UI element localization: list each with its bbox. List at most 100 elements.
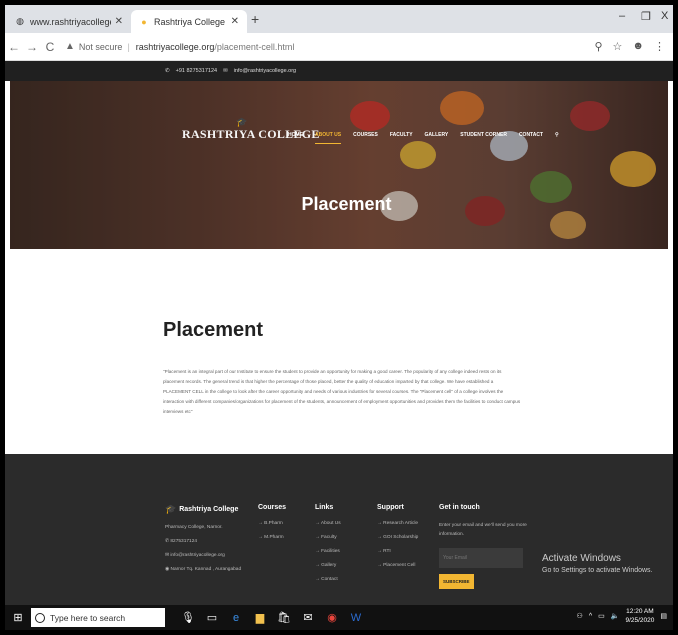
site-topbar: ✆ +91 8275317124 ✉ info@rashtriyacollege… xyxy=(5,61,673,81)
profile-icon[interactable]: ☻ xyxy=(632,40,644,53)
word-icon[interactable]: W xyxy=(349,612,363,624)
bookmark-star-icon[interactable]: ☆ xyxy=(613,40,623,53)
restore-button[interactable]: ❐ xyxy=(641,10,651,23)
watermark-line1: Activate Windows xyxy=(542,553,621,564)
footer-get-in-touch: Get in touch Enter your email and we'll … xyxy=(439,504,529,589)
minimize-button[interactable]: – xyxy=(619,10,625,22)
footer-link-mpharm[interactable]: → M.Pharm xyxy=(258,535,286,540)
footer-brand: 🎓 Rashtriya College Pharmacy College, Na… xyxy=(165,504,241,581)
search-icon[interactable]: ⚲ xyxy=(555,132,559,144)
url-host: rashtriyacollege.org xyxy=(135,41,215,52)
close-window-button[interactable]: X xyxy=(661,10,668,22)
footer-email[interactable]: ✉ info@rashtriyacollege.org xyxy=(165,553,241,558)
people-icon[interactable]: ⚇ xyxy=(577,612,583,620)
taskbar-search-placeholder: Type here to search xyxy=(50,612,126,623)
footer-link-contact[interactable]: → Contact xyxy=(315,577,341,582)
menu-gallery[interactable]: GALLERY xyxy=(425,132,449,144)
close-tab-icon[interactable]: ✕ xyxy=(231,16,239,27)
security-indicator[interactable]: ▲ Not secure xyxy=(65,41,122,52)
footer-link-bpharm[interactable]: → B.Pharm xyxy=(258,521,286,526)
tray-chevron-icon[interactable]: ^ xyxy=(589,613,592,620)
main-content: Placement "Placement is an integral part… xyxy=(5,249,673,454)
footer-support-title: Support xyxy=(377,504,404,511)
menu-student-corner[interactable]: STUDENT CORNER xyxy=(460,132,507,144)
warning-icon: ▲ xyxy=(65,41,75,52)
footer-support: Support → Research Article → GOI Scholar… xyxy=(377,504,418,577)
phone-icon: ✆ xyxy=(165,68,170,74)
graduation-cap-icon: 🎓 xyxy=(165,504,177,514)
url-path: /placement-cell.html xyxy=(214,41,295,52)
footer-phone-text: 8275317124 xyxy=(170,539,198,544)
taskbar-clock[interactable]: 12:20 AM 9/25/2020 xyxy=(625,607,654,625)
security-label: Not secure xyxy=(78,41,123,52)
tab-title: Rashtriya College of Pharmacy - xyxy=(154,16,227,27)
footer-link-rti[interactable]: → RTI xyxy=(377,549,418,554)
hero-title: Placement xyxy=(301,194,392,214)
subscribe-button[interactable]: SUBSCRIBE xyxy=(439,574,474,589)
footer-email-text: info@rashtriyacollege.org xyxy=(170,553,225,558)
windows-start-icon[interactable]: ⊞ xyxy=(5,611,31,624)
footer-link-about[interactable]: → About Us xyxy=(315,521,341,526)
footer-touch-title: Get in touch xyxy=(439,504,480,511)
cortana-icon xyxy=(35,612,45,623)
menu-faculty[interactable]: FACULTY xyxy=(390,132,413,144)
footer-link-facilities[interactable]: → Facilities xyxy=(315,549,341,554)
reload-button[interactable]: C xyxy=(41,40,59,54)
zoom-icon[interactable]: ⚲ xyxy=(594,40,602,53)
back-button[interactable]: ← xyxy=(5,40,23,54)
topbar-email[interactable]: info@rashtriyacollege.org xyxy=(234,68,296,74)
footer-link-gallery[interactable]: → Gallery xyxy=(315,563,341,568)
mail-app-icon[interactable]: ✉ xyxy=(301,611,315,624)
new-tab-button[interactable]: + xyxy=(251,11,259,27)
volume-icon[interactable]: 🔈 xyxy=(611,612,620,620)
footer-courses: Courses → B.Pharm → M.Pharm xyxy=(258,504,286,549)
menu-courses[interactable]: COURSES xyxy=(353,132,378,144)
page-title: Placement xyxy=(163,319,264,341)
footer-phone[interactable]: ✆ 8275317124 xyxy=(165,539,241,544)
hero-overlay xyxy=(10,81,668,249)
watermark-line2: Go to Settings to activate Windows. xyxy=(542,567,653,574)
topbar-phone[interactable]: +91 8275317124 xyxy=(176,68,217,74)
taskbar-search[interactable]: Type here to search xyxy=(31,608,165,627)
address-bar: ← → C ▲ Not secure | rashtriyacollege.or… xyxy=(5,33,673,61)
site-footer: 🎓 Rashtriya College Pharmacy College, Na… xyxy=(5,454,673,605)
taskbar-apps: 🎙 ▭ e ▆ 🛍 ✉ ◉ W xyxy=(181,611,363,625)
menu-home[interactable]: HOME xyxy=(288,132,303,144)
clock-date: 9/25/2020 xyxy=(625,617,655,624)
footer-link-research[interactable]: → Research Article xyxy=(377,521,418,526)
store-icon[interactable]: 🛍 xyxy=(277,611,291,624)
footer-brand-name: Rashtriya College xyxy=(179,506,239,513)
activate-windows-watermark: Activate Windows Go to Settings to activ… xyxy=(542,553,653,574)
footer-link-faculty[interactable]: → Faculty xyxy=(315,535,341,540)
tab-rashtriya-home[interactable]: ◍ www.rashtriyacollege.org ✕ xyxy=(7,10,131,33)
footer-courses-title: Courses xyxy=(258,504,287,511)
footer-link-placement[interactable]: → Placement Cell xyxy=(377,563,418,568)
file-explorer-icon[interactable]: ▆ xyxy=(253,611,267,624)
url-field[interactable]: rashtriyacollege.org/placement-cell.html xyxy=(136,42,295,52)
address-actions: ⚲ ☆ ☻ ⋮ xyxy=(594,40,665,53)
footer-link-scholarship[interactable]: → GOI Scholarship xyxy=(377,535,418,540)
placement-paragraph: "Placement is an integral part of our In… xyxy=(163,369,521,414)
notifications-icon[interactable]: ▤ xyxy=(660,612,667,620)
footer-address-text: Narnor Tq. Kannad , Aurangabad xyxy=(170,567,242,572)
task-view-icon[interactable]: ▭ xyxy=(205,611,219,624)
screen: ◍ www.rashtriyacollege.org ✕ ● Rashtriya… xyxy=(5,5,673,630)
newsletter-email-input[interactable] xyxy=(439,548,523,568)
menu-about-us[interactable]: ABOUT US xyxy=(315,132,342,144)
edge-icon[interactable]: e xyxy=(229,612,243,624)
menu-dots-icon[interactable]: ⋮ xyxy=(654,40,665,53)
tab-placement[interactable]: ● Rashtriya College of Pharmacy - ✕ xyxy=(131,10,247,33)
clock-time: 12:20 AM xyxy=(626,608,654,615)
forward-button[interactable]: → xyxy=(23,40,41,54)
network-icon[interactable]: ▭ xyxy=(598,612,605,620)
tab-title: www.rashtriyacollege.org xyxy=(30,16,111,27)
graduation-cap-icon: 🎓 xyxy=(236,117,248,127)
menu-contact[interactable]: CONTACT xyxy=(519,132,543,144)
footer-address: ◉ Narnor Tq. Kannad , Aurangabad xyxy=(165,567,241,572)
windows-taskbar: ⊞ Type here to search 🎙 ▭ e ▆ 🛍 ✉ ◉ W ⚇ … xyxy=(5,605,673,630)
microphone-icon[interactable]: 🎙 xyxy=(181,611,195,624)
chrome-icon[interactable]: ◉ xyxy=(325,611,339,624)
close-tab-icon[interactable]: ✕ xyxy=(115,16,123,27)
college-favicon-icon: ● xyxy=(141,16,147,27)
address-divider: | xyxy=(127,41,130,52)
